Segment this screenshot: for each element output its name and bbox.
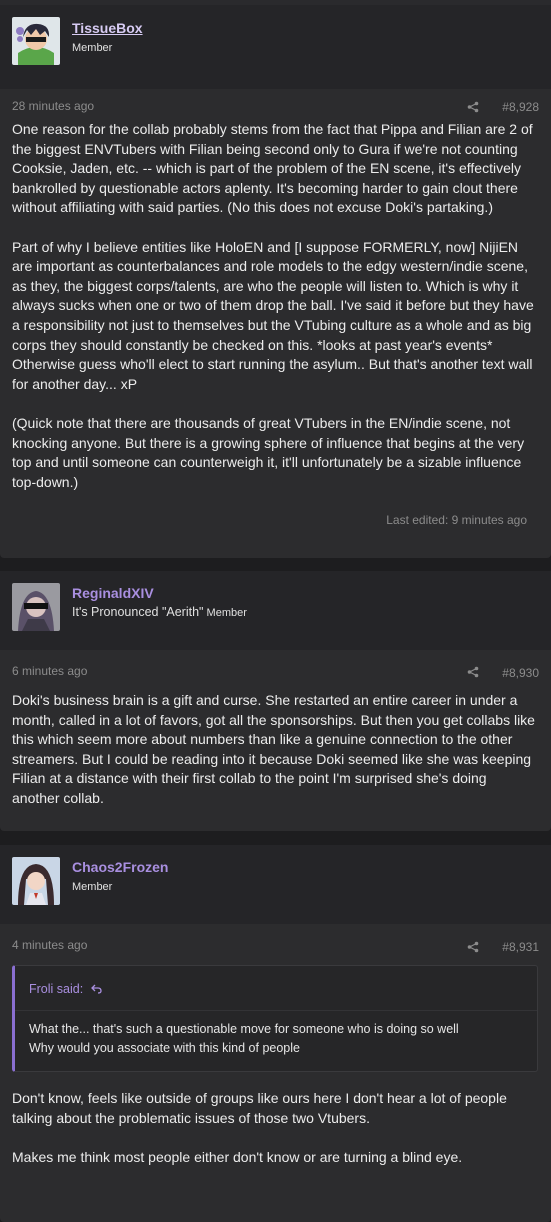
user-title: It's Pronounced "Aerith" Member <box>72 605 247 619</box>
post-number-link[interactable]: #8,928 <box>502 100 539 114</box>
avatar-image <box>12 583 60 631</box>
username-link[interactable]: TissueBox <box>72 20 143 36</box>
post-body: 6 minutes ago #8,930 Doki's business bra… <box>0 650 551 831</box>
quote-attribution[interactable]: Froli said: <box>29 982 102 996</box>
user-title: Member <box>72 42 113 54</box>
share-icon[interactable] <box>467 940 479 953</box>
post-number-link[interactable]: #8,931 <box>502 940 539 954</box>
message-paragraph: One reason for the collab probably stems… <box>12 121 533 216</box>
message-paragraph: Doki's business brain is a gift and curs… <box>12 692 535 806</box>
post-timestamp[interactable]: 6 minutes ago <box>12 664 87 678</box>
avatar[interactable] <box>12 857 60 905</box>
post-8931: Chaos2Frozen Member 4 minutes ago #8,931… <box>0 845 551 1222</box>
quote-content: What the... that's such a questionable m… <box>29 1020 529 1058</box>
post-header: Chaos2Frozen Member <box>0 845 551 924</box>
post-header: TissueBox Member <box>0 5 551 89</box>
message-content: One reason for the collab probably stems… <box>12 120 536 492</box>
share-icon[interactable] <box>467 665 479 678</box>
quote-line: Why would you associate with this kind o… <box>29 1041 300 1055</box>
avatar[interactable] <box>12 583 60 631</box>
quote-author[interactable]: Froli said: <box>29 982 83 996</box>
avatar[interactable] <box>12 17 60 65</box>
post-number-link[interactable]: #8,930 <box>502 666 539 680</box>
message-content: Don't know, feels like outside of groups… <box>12 1089 536 1167</box>
post-body: 4 minutes ago #8,931 Froli said: What th… <box>0 924 551 1222</box>
quote-divider <box>15 1010 537 1011</box>
quote-block: Froli said: What the... that's such a qu… <box>12 965 538 1072</box>
username-link[interactable]: ReginaldXIV <box>72 585 154 601</box>
message-paragraph: Makes me think most people either don't … <box>12 1148 463 1165</box>
post-8928: TissueBox Member 28 minutes ago #8,928 O… <box>0 5 551 558</box>
post-header: ReginaldXIV It's Pronounced "Aerith" Mem… <box>0 571 551 650</box>
avatar-image <box>12 17 60 65</box>
username-link[interactable]: Chaos2Frozen <box>72 859 168 875</box>
message-paragraph: Part of why I believe entities like Holo… <box>12 238 534 392</box>
message-paragraph: Don't know, feels like outside of groups… <box>12 1090 507 1126</box>
post-timestamp[interactable]: 4 minutes ago <box>12 938 87 952</box>
share-icon[interactable] <box>467 100 479 113</box>
message-paragraph: (Quick note that there are thousands of … <box>12 414 525 490</box>
user-custom-title: It's Pronounced "Aerith" <box>72 605 204 619</box>
user-title: Member <box>72 881 113 893</box>
post-timestamp[interactable]: 28 minutes ago <box>12 99 94 113</box>
quote-line: What the... that's such a questionable m… <box>29 1022 459 1036</box>
user-rank: Member <box>206 607 247 619</box>
avatar-image <box>12 857 60 905</box>
message-content: Doki's business brain is a gift and curs… <box>12 691 536 809</box>
post-body: 28 minutes ago #8,928 One reason for the… <box>0 89 551 558</box>
post-8930: ReginaldXIV It's Pronounced "Aerith" Mem… <box>0 571 551 831</box>
last-edited: Last edited: 9 minutes ago <box>386 513 527 527</box>
jump-to-quote-icon[interactable] <box>90 982 102 996</box>
